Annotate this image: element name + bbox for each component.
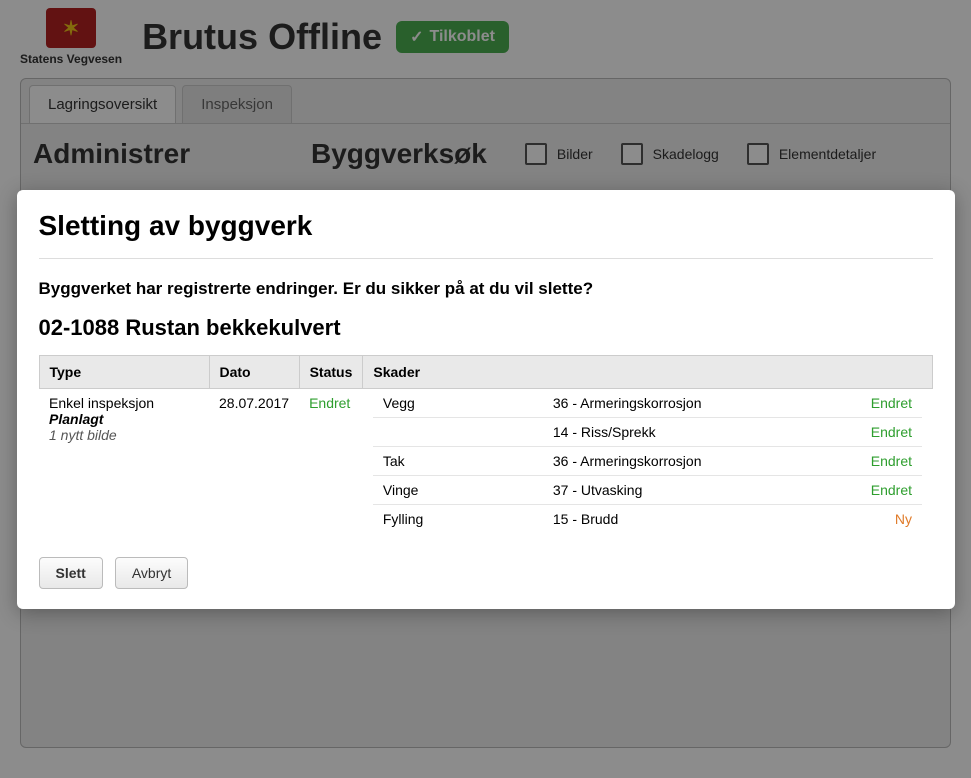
divider (39, 258, 933, 259)
skade-status: Ny (842, 505, 922, 534)
changes-table: Type Dato Status Skader Enkel inspeksjon… (39, 355, 933, 539)
skade-element: Vinge (373, 476, 543, 505)
type-main: Enkel inspeksjon (49, 395, 199, 411)
type-note: 1 nytt bilde (49, 427, 199, 443)
cell-skader: Vegg36 - ArmeringskorrosjonEndret14 - Ri… (363, 389, 932, 540)
type-sub: Planlagt (49, 411, 199, 427)
skade-code: 36 - Armeringskorrosjon (543, 447, 842, 476)
skade-row: Tak36 - ArmeringskorrosjonEndret (373, 447, 922, 476)
modal-subtitle: 02-1088 Rustan bekkekulvert (39, 315, 933, 341)
table-row: Enkel inspeksjon Planlagt 1 nytt bilde 2… (39, 389, 932, 540)
col-skader: Skader (363, 356, 932, 389)
cell-status: Endret (299, 389, 363, 540)
cancel-button[interactable]: Avbryt (115, 557, 188, 589)
modal-button-row: Slett Avbryt (39, 557, 933, 589)
skade-element: Vegg (373, 395, 543, 418)
skade-row: Fylling15 - BruddNy (373, 505, 922, 534)
skade-element (373, 418, 543, 447)
skade-element: Fylling (373, 505, 543, 534)
col-dato: Dato (209, 356, 299, 389)
skade-code: 37 - Utvasking (543, 476, 842, 505)
modal-overlay: Sletting av byggverk Byggverket har regi… (0, 0, 971, 778)
skade-status: Endret (842, 476, 922, 505)
skade-row: Vinge37 - UtvaskingEndret (373, 476, 922, 505)
col-status: Status (299, 356, 363, 389)
cell-dato: 28.07.2017 (209, 389, 299, 540)
skade-status: Endret (842, 395, 922, 418)
cell-type: Enkel inspeksjon Planlagt 1 nytt bilde (39, 389, 209, 540)
skade-row: Vegg36 - ArmeringskorrosjonEndret (373, 395, 922, 418)
skade-code: 36 - Armeringskorrosjon (543, 395, 842, 418)
delete-button[interactable]: Slett (39, 557, 103, 589)
skade-code: 14 - Riss/Sprekk (543, 418, 842, 447)
skade-status: Endret (842, 447, 922, 476)
skade-status: Endret (842, 418, 922, 447)
col-type: Type (39, 356, 209, 389)
skade-code: 15 - Brudd (543, 505, 842, 534)
modal-title: Sletting av byggverk (39, 210, 933, 242)
modal-warning: Byggverket har registrerte endringer. Er… (39, 279, 933, 299)
skade-row: 14 - Riss/SprekkEndret (373, 418, 922, 447)
skader-table: Vegg36 - ArmeringskorrosjonEndret14 - Ri… (373, 395, 922, 533)
skade-element: Tak (373, 447, 543, 476)
delete-modal: Sletting av byggverk Byggverket har regi… (17, 190, 955, 609)
